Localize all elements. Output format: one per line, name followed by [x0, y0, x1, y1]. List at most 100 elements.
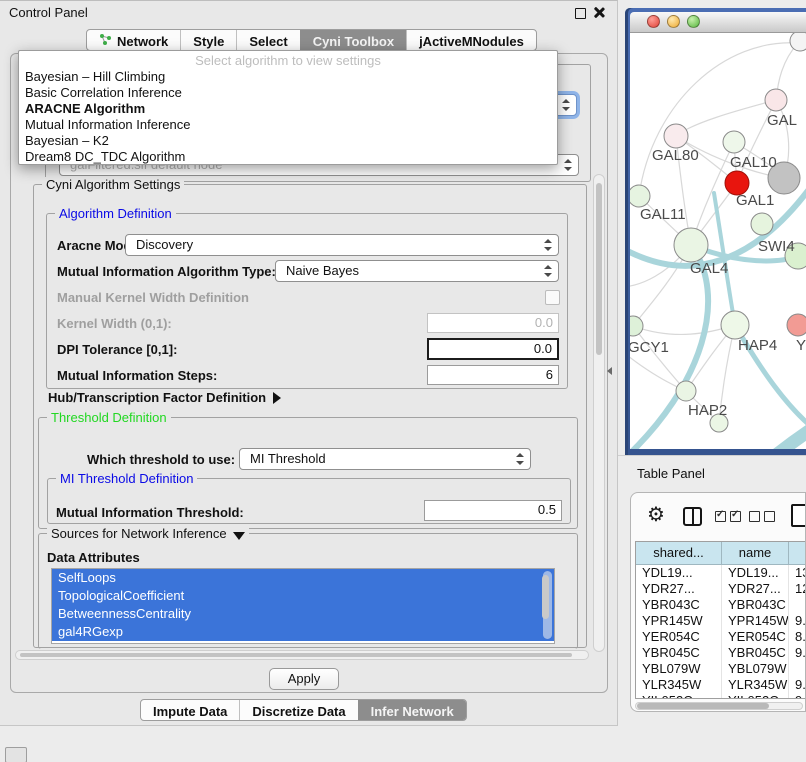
- sources-group: Sources for Network Inference Data Attri…: [38, 533, 578, 649]
- table-cell: 8.: [789, 629, 806, 645]
- algorithm-option-mutual-information-inference[interactable]: Mutual Information Inference: [25, 117, 190, 132]
- network-canvas[interactable]: GALGAL80GAL10GAL1GAL11GAL4SWI4GCY1HAP4YH…: [630, 33, 806, 449]
- apply-button[interactable]: Apply: [269, 668, 339, 690]
- hide-columns-icon[interactable]: [749, 511, 775, 522]
- network-node-hap4[interactable]: [721, 311, 749, 339]
- table-row[interactable]: YDR27...YDR27...12: [636, 581, 806, 597]
- dpi-tolerance-field[interactable]: 0.0: [427, 338, 559, 360]
- float-window-icon[interactable]: [575, 8, 586, 19]
- settings-vertical-scrollbar[interactable]: [593, 174, 605, 652]
- table-row[interactable]: YER054CYER054C8.: [636, 629, 806, 645]
- algorithm-option-dream8-dc-tdc-algorithm[interactable]: Dream8 DC_TDC Algorithm: [25, 149, 185, 164]
- minimized-panel-button[interactable]: [5, 747, 27, 762]
- control-panel-window: Control Panel NetworkStyleSelectCyni Too…: [0, 0, 618, 726]
- gear-icon[interactable]: ⚙: [647, 502, 665, 527]
- algorithm-definition-group: Algorithm Definition Aracne Mode: Discov…: [46, 213, 568, 389]
- network-node-gal11[interactable]: [630, 185, 650, 207]
- tab-label: Network: [117, 34, 168, 49]
- tab-jactivemnodules[interactable]: jActiveMNodules: [406, 30, 536, 50]
- network-node-gcy1[interactable]: [630, 316, 643, 336]
- bottom-tab-impute-data[interactable]: Impute Data: [141, 700, 239, 720]
- table-panel-title: Table Panel: [637, 466, 705, 481]
- network-node-y[interactable]: [787, 314, 806, 336]
- network-node-hap2[interactable]: [676, 381, 696, 401]
- bottom-tab-infer-network[interactable]: Infer Network: [358, 700, 466, 720]
- network-node-gal[interactable]: [765, 89, 787, 111]
- new-table-icon[interactable]: [791, 504, 806, 527]
- mi-type-value: Naive Bayes: [286, 263, 359, 278]
- network-node[interactable]: [790, 33, 806, 51]
- table-row[interactable]: YDL19...YDL19...13: [636, 565, 806, 581]
- minimize-traffic-light-icon[interactable]: [667, 15, 680, 28]
- cyni-algorithm-settings-title: Cyni Algorithm Settings: [42, 177, 184, 192]
- data-attributes-list[interactable]: SelfLoopsTopologicalCoefficientBetweenne…: [51, 568, 555, 644]
- table-toolbar: ⚙: [631, 493, 805, 537]
- tab-cyni-toolbox[interactable]: Cyni Toolbox: [300, 30, 406, 50]
- attribute-item-betweennesscentrality[interactable]: BetweennessCentrality: [52, 605, 554, 623]
- table-cell: YDL19...: [636, 565, 722, 581]
- tab-network[interactable]: Network: [87, 30, 180, 50]
- aracne-mode-select[interactable]: Discovery: [125, 234, 559, 256]
- cyni-algorithm-settings-group: Cyni Algorithm Settings Algorithm Defini…: [33, 184, 587, 648]
- mi-threshold-group-title: MI Threshold Definition: [56, 471, 197, 486]
- expand-right-icon: [273, 392, 281, 404]
- node-label-gal: GAL: [767, 112, 797, 129]
- close-icon[interactable]: [593, 6, 605, 19]
- table-cell: YPR145W: [722, 613, 789, 629]
- kernel-width-field[interactable]: 0.0: [427, 313, 559, 333]
- panel-collapse-arrow-icon[interactable]: [607, 367, 612, 375]
- tab-label: Style: [193, 34, 224, 49]
- close-traffic-light-icon[interactable]: [647, 15, 660, 28]
- table-row[interactable]: YIL052CYIL052C9: [636, 693, 806, 699]
- show-checked-columns-icon[interactable]: [715, 511, 741, 522]
- mi-type-select[interactable]: Naive Bayes: [275, 260, 559, 282]
- attribute-item-gal4rgexp[interactable]: gal4RGexp: [52, 623, 554, 641]
- network-node-gal4[interactable]: [674, 228, 708, 262]
- tab-style[interactable]: Style: [180, 30, 236, 50]
- aracne-mode-value: Discovery: [136, 237, 193, 252]
- table-body: YDL19...YDL19...13YDR27...YDR27...12YBR0…: [636, 565, 806, 699]
- column-header-cut[interactable]: [789, 542, 806, 564]
- settings-horizontal-scrollbar[interactable]: [15, 650, 589, 660]
- manual-kernel-checkbox[interactable]: [545, 290, 560, 305]
- table-cell: 9.: [789, 645, 806, 661]
- node-label-hap2: HAP2: [688, 402, 727, 419]
- which-threshold-select[interactable]: MI Threshold: [239, 448, 531, 470]
- sources-title-row[interactable]: Sources for Network Inference: [47, 526, 249, 541]
- network-node-gal80[interactable]: [664, 124, 688, 148]
- mi-threshold-field[interactable]: 0.5: [424, 500, 562, 521]
- mi-threshold-group: MI Threshold Definition Mutual Informati…: [47, 478, 571, 524]
- node-table: shared...name YDL19...YDL19...13YDR27...…: [635, 541, 806, 699]
- network-window-titlebar[interactable]: [630, 12, 806, 33]
- list-scrollbar[interactable]: [543, 571, 552, 639]
- tab-select[interactable]: Select: [236, 30, 299, 50]
- mi-steps-field[interactable]: 6: [427, 365, 559, 385]
- algorithm-option-aracne-algorithm[interactable]: ARACNE Algorithm: [25, 101, 145, 116]
- table-row[interactable]: YBL079WYBL079W: [636, 661, 806, 677]
- bottom-tab-bar: Impute Data Discretize Data Infer Network: [140, 699, 467, 721]
- table-row[interactable]: YLR345WYLR345W9.: [636, 677, 806, 693]
- table-row[interactable]: YPR145WYPR145W9.: [636, 613, 806, 629]
- zoom-traffic-light-icon[interactable]: [687, 15, 700, 28]
- column-header-name[interactable]: name: [722, 542, 789, 564]
- bottom-tab-discretize-data[interactable]: Discretize Data: [239, 700, 357, 720]
- algorithm-option-bayesian-k2[interactable]: Bayesian – K2: [25, 133, 109, 148]
- hub-definition-expander[interactable]: Hub/Transcription Factor Definition: [48, 389, 281, 407]
- node-label-gal11: GAL11: [640, 206, 686, 223]
- attribute-item-topologicalcoefficient[interactable]: TopologicalCoefficient: [52, 587, 554, 605]
- tab-label: Discretize Data: [252, 704, 345, 719]
- columns-icon[interactable]: [683, 507, 702, 526]
- column-header-shared[interactable]: shared...: [636, 542, 722, 564]
- network-node-gal10[interactable]: [723, 131, 745, 153]
- table-row[interactable]: YBR045CYBR045C9.: [636, 645, 806, 661]
- algorithm-dropdown-popup: Select algorithm to view settings Bayesi…: [18, 50, 558, 165]
- network-node-swi4[interactable]: [751, 213, 773, 235]
- attribute-item-selfloops[interactable]: SelfLoops: [52, 569, 554, 587]
- which-threshold-label: Which threshold to use:: [87, 452, 235, 467]
- table-cell: YDR27...: [722, 581, 789, 597]
- spinner-icon: [564, 159, 572, 171]
- network-view-window: GALGAL80GAL10GAL1GAL11GAL4SWI4GCY1HAP4YH…: [625, 8, 806, 455]
- algorithm-option-bayesian-hill-climbing[interactable]: Bayesian – Hill Climbing: [25, 69, 165, 84]
- table-row[interactable]: YBR043CYBR043C: [636, 597, 806, 613]
- algorithm-option-basic-correlation-inference[interactable]: Basic Correlation Inference: [25, 85, 182, 100]
